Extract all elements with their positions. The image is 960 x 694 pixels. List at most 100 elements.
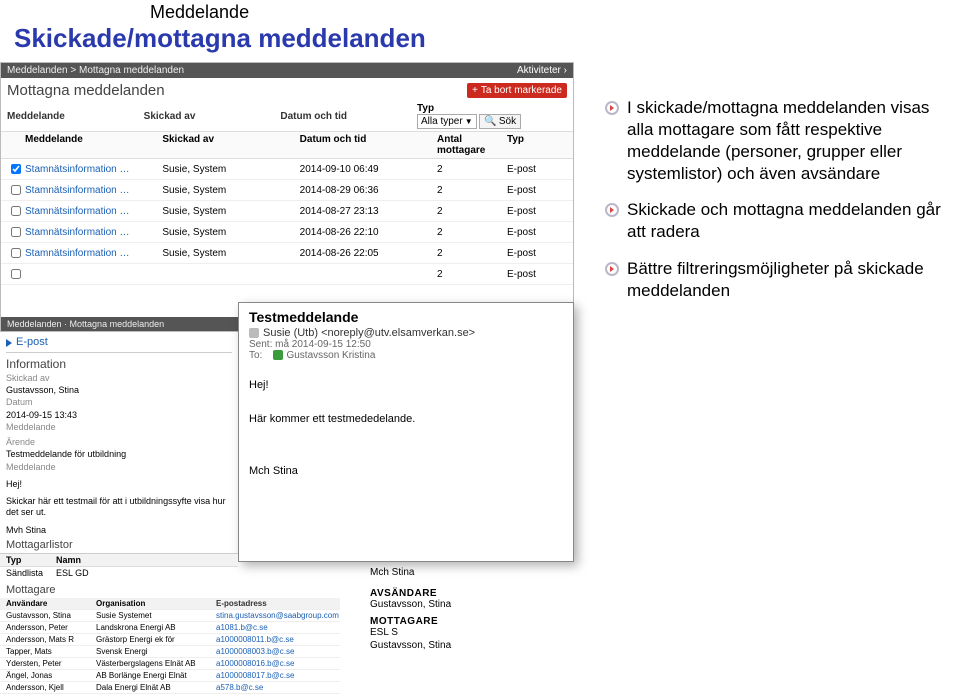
cell-email: stina.gustavsson@saabgroup.com bbox=[216, 611, 339, 620]
cell: E-post bbox=[507, 206, 567, 217]
row-checkbox[interactable] bbox=[11, 227, 21, 237]
chevron-down-icon: ▼ bbox=[465, 117, 473, 126]
mottagarlistor-row[interactable]: Sändlista ESL GD bbox=[0, 567, 238, 579]
search-label: Sök bbox=[499, 116, 516, 127]
table-row[interactable]: Stamnätsinformation …Susie, System2014-0… bbox=[1, 180, 573, 201]
cell-user: Andersson, Peter bbox=[6, 623, 96, 632]
label-datum: Datum bbox=[6, 397, 232, 408]
row-checkbox[interactable] bbox=[11, 269, 21, 279]
table-row[interactable]: Ydersten, PeterVästerbergslagens Elnät A… bbox=[0, 658, 340, 670]
activities-label[interactable]: Aktiviteter › bbox=[517, 65, 567, 76]
popup-to-row: To: Gustavsson Kristina bbox=[249, 350, 563, 361]
mottagare-panel: Mottagare Användare Organisation E-posta… bbox=[0, 582, 340, 694]
mottagare-value2: Gustavsson, Stina bbox=[370, 640, 564, 651]
cell: Stamnätsinformation … bbox=[25, 164, 162, 175]
slide-subtitle: Meddelande bbox=[150, 2, 960, 23]
body-text: Skickar här ett testmail för att i utbil… bbox=[6, 496, 232, 519]
bullet-text: Bättre filtreringsmöjligheter på skickad… bbox=[627, 258, 950, 302]
cell-email: a1000008011.b@c.se bbox=[216, 635, 334, 644]
app-window: Meddelanden > Mottagna meddelanden Aktiv… bbox=[0, 62, 574, 332]
col-datum: Datum och tid bbox=[280, 111, 413, 122]
body-hej: Hej! bbox=[6, 479, 232, 490]
cell: Stamnätsinformation … bbox=[25, 227, 162, 238]
cell-user: Ängel, Jonas bbox=[6, 671, 96, 680]
bullet-text: Skickade och mottagna meddelanden går at… bbox=[627, 199, 950, 243]
cell-user: Tapper, Mats bbox=[6, 647, 96, 656]
cell-org: Västerbergslagens Elnät AB bbox=[96, 659, 216, 668]
table-row[interactable]: Andersson, Mats RGrästorp Energi ek föra… bbox=[0, 634, 340, 646]
label-arende: Ärende bbox=[6, 437, 232, 448]
th-meddelande[interactable]: Meddelande bbox=[25, 134, 162, 156]
row-checkbox[interactable] bbox=[11, 164, 21, 174]
cell: Susie, System bbox=[162, 227, 299, 238]
epost-expand[interactable]: E-post bbox=[6, 334, 232, 353]
cell: 2 bbox=[437, 227, 507, 238]
th-skickad-av[interactable]: Skickad av bbox=[162, 134, 299, 156]
cell: E-post bbox=[507, 269, 567, 280]
cell: Susie, System bbox=[162, 248, 299, 259]
popup-from-row: Susie (Utb) <noreply@utv.elsamverkan.se> bbox=[249, 327, 563, 339]
table-row[interactable]: 2E-post bbox=[1, 264, 573, 285]
cell-org: Landskrona Energi AB bbox=[96, 623, 216, 632]
plus-icon: + bbox=[472, 85, 478, 96]
cell: Susie, System bbox=[162, 185, 299, 196]
th-epost[interactable]: E-postadress bbox=[216, 599, 334, 608]
bullet-icon bbox=[605, 101, 619, 115]
th-datum[interactable]: Datum och tid bbox=[300, 134, 437, 156]
cell: 2014-08-26 22:05 bbox=[300, 248, 437, 259]
th-organisation[interactable]: Organisation bbox=[96, 599, 216, 608]
info-title: Information bbox=[6, 357, 232, 372]
cell: Susie, System bbox=[162, 206, 299, 217]
cell: Stamnätsinformation … bbox=[25, 248, 162, 259]
popup-from: Susie (Utb) <noreply@utv.elsamverkan.se> bbox=[263, 327, 475, 339]
cell-org: Svensk Energi bbox=[96, 647, 216, 656]
cell-org: Dala Energi Elnät AB bbox=[96, 683, 216, 692]
table-row[interactable]: Stamnätsinformation …Susie, System2014-0… bbox=[1, 222, 573, 243]
cell: Stamnätsinformation … bbox=[25, 185, 162, 196]
popup-body-text: Här kommer ett testmededelande. bbox=[249, 413, 563, 425]
popup-signature: Mch Stina bbox=[249, 465, 563, 477]
cell-org: Grästorp Energi ek för bbox=[96, 635, 216, 644]
cell: E-post bbox=[507, 164, 567, 175]
app-header: Meddelanden > Mottagna meddelanden Aktiv… bbox=[1, 63, 573, 78]
mottagare-header: Användare Organisation E-postadress bbox=[0, 598, 340, 610]
th-namn[interactable]: Namn bbox=[56, 555, 232, 565]
mottagarlistor-header: Typ Namn bbox=[0, 554, 238, 567]
row-checkbox[interactable] bbox=[11, 206, 21, 216]
type-filter-value: Alla typer bbox=[421, 116, 463, 127]
table-row[interactable]: Tapper, MatsSvensk Energia1000008003.b@c… bbox=[0, 646, 340, 658]
table-row[interactable]: Stamnätsinformation …Susie, System2014-0… bbox=[1, 243, 573, 264]
th-typ[interactable]: Typ bbox=[6, 555, 56, 565]
popup-subject: Testmeddelande bbox=[249, 309, 563, 325]
value-datum: 2014-09-15 13:43 bbox=[6, 410, 232, 421]
cell: Susie, System bbox=[162, 164, 299, 175]
cell: Stamnätsinformation … bbox=[25, 206, 162, 217]
cell: E-post bbox=[507, 185, 567, 196]
table-row[interactable]: Gustavsson, StinaSusie Systemetstina.gus… bbox=[0, 610, 340, 622]
delete-selected-button[interactable]: + Ta bort markerade bbox=[467, 83, 567, 98]
avsandare-title: AVSÄNDARE bbox=[370, 588, 564, 599]
table-row[interactable]: Andersson, PeterLandskrona Energi ABa108… bbox=[0, 622, 340, 634]
cell-email: a1000008016.b@c.se bbox=[216, 659, 334, 668]
table-row[interactable]: Stamnätsinformation …Susie, System2014-0… bbox=[1, 159, 573, 180]
cell-typ: Sändlista bbox=[6, 568, 56, 578]
mottagare-title: Mottagare bbox=[0, 582, 340, 598]
slide-title: Skickade/mottagna meddelanden bbox=[14, 23, 960, 54]
row-checkbox[interactable] bbox=[11, 248, 21, 258]
mottagare-value1: ESL S bbox=[370, 627, 564, 638]
cell: E-post bbox=[507, 248, 567, 259]
cell: 2014-08-26 22:10 bbox=[300, 227, 437, 238]
cell: 2 bbox=[437, 248, 507, 259]
breadcrumb: Meddelanden > Mottagna meddelanden bbox=[7, 65, 184, 76]
type-filter-select[interactable]: Alla typer ▼ bbox=[417, 114, 477, 129]
search-button[interactable]: 🔍 Sök bbox=[479, 114, 521, 129]
th-anvandare[interactable]: Användare bbox=[6, 599, 96, 608]
cell-namn: ESL GD bbox=[56, 568, 232, 578]
th-antal[interactable]: Antal mottagare bbox=[437, 134, 507, 156]
row-checkbox[interactable] bbox=[11, 185, 21, 195]
table-row[interactable]: Ängel, JonasAB Borlänge Energi Elnäta100… bbox=[0, 670, 340, 682]
table-row[interactable]: Andersson, KjellDala Energi Elnät ABa578… bbox=[0, 682, 340, 694]
th-typ[interactable]: Typ bbox=[507, 134, 567, 156]
search-icon: 🔍 bbox=[484, 116, 496, 127]
table-row[interactable]: Stamnätsinformation …Susie, System2014-0… bbox=[1, 201, 573, 222]
